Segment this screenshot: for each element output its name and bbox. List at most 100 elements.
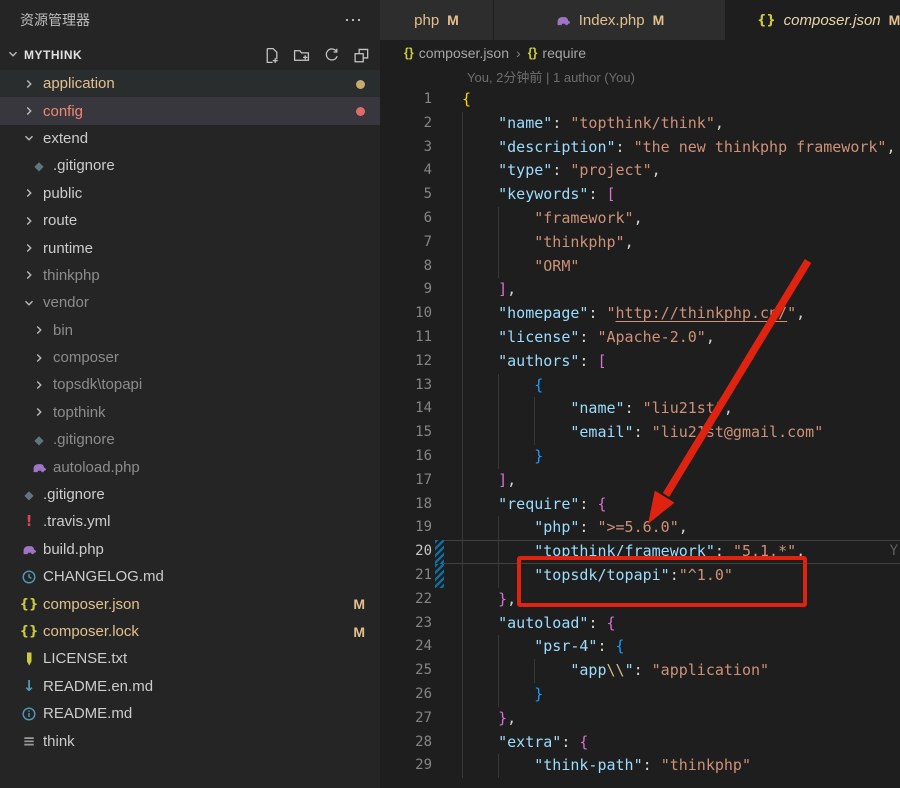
line-number[interactable]: 24: [380, 635, 432, 659]
chevron-right-icon[interactable]: [22, 77, 36, 91]
line-number[interactable]: 1: [380, 88, 432, 112]
code-line[interactable]: 20 "topthink/framework": "5.1.*",Y: [380, 540, 900, 564]
code-line[interactable]: 21 "topsdk/topapi":"^1.0": [380, 564, 900, 588]
code-line[interactable]: 10 "homepage": "http://thinkphp.cn/",: [380, 302, 900, 326]
tree-item-readme.en.md[interactable]: ↓README.en.md: [0, 673, 380, 700]
tree-item-topthink[interactable]: topthink: [0, 399, 380, 426]
line-number[interactable]: 26: [380, 683, 432, 707]
code-line[interactable]: 8 "ORM": [380, 255, 900, 279]
code-line[interactable]: 24 "psr-4": {: [380, 635, 900, 659]
code-line[interactable]: 29 "think-path": "thinkphp": [380, 754, 900, 778]
line-number[interactable]: 29: [380, 754, 432, 778]
tree-item-composer[interactable]: composer: [0, 344, 380, 371]
tree-item-thinkphp[interactable]: thinkphp: [0, 262, 380, 289]
line-number[interactable]: 17: [380, 469, 432, 493]
line-number[interactable]: 6: [380, 207, 432, 231]
chevron-down-icon[interactable]: [22, 131, 36, 145]
line-number[interactable]: 2: [380, 112, 432, 136]
code-line[interactable]: 27 },: [380, 707, 900, 731]
breadcrumb-item[interactable]: {}composer.json: [404, 45, 509, 61]
tree-item-composer.lock[interactable]: {}composer.lockM: [0, 618, 380, 645]
code-line[interactable]: 5 "keywords": [: [380, 183, 900, 207]
tree-item-composer.json[interactable]: {}composer.jsonM: [0, 590, 380, 617]
code-line[interactable]: 6 "framework",: [380, 207, 900, 231]
chevron-right-icon[interactable]: [22, 268, 36, 282]
tree-item-application[interactable]: application: [0, 70, 380, 97]
code-line[interactable]: 23 "autoload": {: [380, 612, 900, 636]
tab-php[interactable]: phpM: [380, 0, 493, 40]
line-number[interactable]: 8: [380, 255, 432, 279]
code-line[interactable]: 13 {: [380, 374, 900, 398]
code-line[interactable]: 4 "type": "project",: [380, 159, 900, 183]
line-number[interactable]: 28: [380, 731, 432, 755]
line-number[interactable]: 11: [380, 326, 432, 350]
tree-item-extend[interactable]: extend: [0, 125, 380, 152]
tree-item-.gitignore[interactable]: ◆.gitignore: [0, 481, 380, 508]
chevron-right-icon[interactable]: [22, 186, 36, 200]
code-line[interactable]: 9 ],: [380, 278, 900, 302]
code-line[interactable]: 3 "description": "the new thinkphp frame…: [380, 136, 900, 160]
tree-item-bin[interactable]: bin: [0, 317, 380, 344]
chevron-right-icon[interactable]: [22, 241, 36, 255]
code-line[interactable]: 15 "email": "liu21st@gmail.com": [380, 421, 900, 445]
line-number[interactable]: 22: [380, 588, 432, 612]
code-line[interactable]: 7 "thinkphp",: [380, 231, 900, 255]
line-number[interactable]: 16: [380, 445, 432, 469]
line-number[interactable]: 18: [380, 493, 432, 517]
code-line[interactable]: 11 "license": "Apache-2.0",: [380, 326, 900, 350]
tree-item-.travis.yml[interactable]: !.travis.yml: [0, 508, 380, 535]
chevron-down-icon[interactable]: [22, 296, 36, 310]
line-number[interactable]: 19: [380, 516, 432, 540]
line-number[interactable]: 25: [380, 659, 432, 683]
tree-item-config[interactable]: config: [0, 97, 380, 124]
code-line[interactable]: 1{: [380, 88, 900, 112]
line-number[interactable]: 20: [380, 540, 432, 564]
tree-item-build.php[interactable]: build.php: [0, 536, 380, 563]
code-line[interactable]: 18 "require": {: [380, 493, 900, 517]
line-number[interactable]: 13: [380, 374, 432, 398]
chevron-right-icon[interactable]: [32, 378, 46, 392]
tree-item-license.txt[interactable]: LICENSE.txt: [0, 645, 380, 672]
line-number[interactable]: 5: [380, 183, 432, 207]
line-number[interactable]: 3: [380, 136, 432, 160]
tree-item-runtime[interactable]: runtime: [0, 234, 380, 261]
tab-index.php[interactable]: Index.phpM: [494, 0, 725, 40]
code-line[interactable]: 12 "authors": [: [380, 350, 900, 374]
tree-item-route[interactable]: route: [0, 207, 380, 234]
tab-composer.json[interactable]: {}composer.jsonM×: [726, 0, 900, 40]
tree-item-vendor[interactable]: vendor: [0, 289, 380, 316]
tree-item-topsdk-topapi[interactable]: topsdk\topapi: [0, 371, 380, 398]
code-line[interactable]: 25 "app\\": "application": [380, 659, 900, 683]
line-number[interactable]: 14: [380, 397, 432, 421]
line-number[interactable]: 15: [380, 421, 432, 445]
line-number[interactable]: 21: [380, 564, 432, 588]
code-line[interactable]: 19 "php": ">=5.6.0",: [380, 516, 900, 540]
more-actions-icon[interactable]: ⋯: [344, 10, 364, 31]
code-editor[interactable]: 1{2 "name": "topthink/think",3 "descript…: [380, 88, 900, 778]
line-number[interactable]: 23: [380, 612, 432, 636]
tree-item-autoload.php[interactable]: autoload.php: [0, 453, 380, 480]
chevron-right-icon[interactable]: [22, 104, 36, 118]
line-number[interactable]: 10: [380, 302, 432, 326]
code-line[interactable]: 2 "name": "topthink/think",: [380, 112, 900, 136]
tree-item-think[interactable]: ≡think: [0, 727, 380, 754]
line-number[interactable]: 27: [380, 707, 432, 731]
tree-item-public[interactable]: public: [0, 180, 380, 207]
code-line[interactable]: 28 "extra": {: [380, 731, 900, 755]
code-line[interactable]: 26 }: [380, 683, 900, 707]
tree-item-.gitignore[interactable]: ◆.gitignore: [0, 426, 380, 453]
line-number[interactable]: 4: [380, 159, 432, 183]
code-line[interactable]: 16 }: [380, 445, 900, 469]
code-line[interactable]: 14 "name": "liu21st",: [380, 397, 900, 421]
tree-item-.gitignore[interactable]: ◆.gitignore: [0, 152, 380, 179]
line-number[interactable]: 7: [380, 231, 432, 255]
tree-item-readme.md[interactable]: README.md: [0, 700, 380, 727]
code-line[interactable]: 22 },: [380, 588, 900, 612]
new-folder-icon[interactable]: [293, 47, 310, 64]
chevron-right-icon[interactable]: [32, 405, 46, 419]
refresh-icon[interactable]: [323, 47, 340, 64]
new-file-icon[interactable]: [263, 47, 280, 64]
breadcrumb-item[interactable]: {}require: [528, 45, 586, 61]
workspace-section-header[interactable]: MYTHINK: [0, 40, 380, 70]
chevron-right-icon[interactable]: [32, 323, 46, 337]
